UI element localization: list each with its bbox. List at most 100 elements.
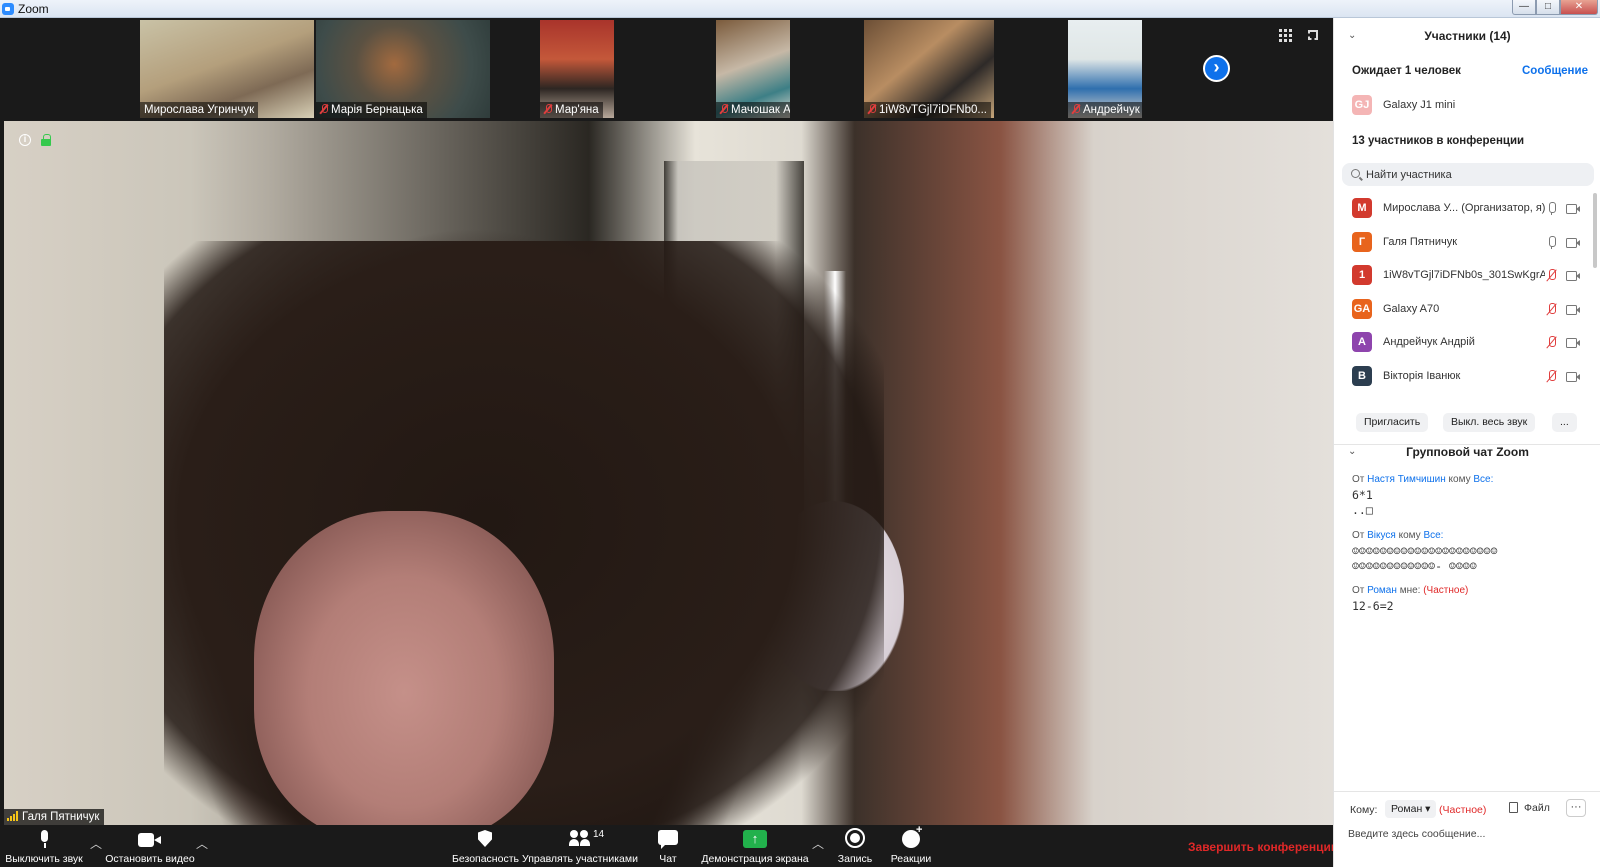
chat-divider: [1334, 791, 1600, 792]
mic-muted-icon[interactable]: [1547, 302, 1556, 317]
file-button[interactable]: Файл: [1509, 802, 1550, 814]
participant-list-scrollbar[interactable]: [1593, 193, 1597, 268]
microphone-icon[interactable]: [1547, 202, 1556, 216]
participant-row[interactable]: 1 1iW8vTGjl7iDFNb0s_301SwKgrA...: [1352, 265, 1587, 287]
chat-message-body: ☺☺☺☺☺☺☺☺☺☺☺☺☺☺☺☺☺☺☺☺☺ ☺☺☺☺☺☺☺☺☺☺☺☺- ☺☺☺☺: [1352, 544, 1498, 573]
mic-muted-icon: [320, 104, 328, 114]
speaker-name-label: Галя Пятничук: [4, 809, 105, 825]
gallery-view-icon[interactable]: [1279, 29, 1293, 43]
minimize-button[interactable]: —: [1512, 0, 1536, 15]
close-window-button[interactable]: ✕: [1560, 0, 1598, 15]
microphone-icon[interactable]: [1547, 235, 1556, 250]
meeting-toolbar: Выключить звук ︿ Остановить видео ︿ Безо…: [0, 824, 1341, 867]
participant-thumbnail[interactable]: Андрейчук Андрій: [1068, 20, 1142, 118]
search-icon: [1351, 169, 1360, 178]
message-waiting-link[interactable]: Сообщение: [1522, 65, 1588, 77]
waiting-room-label: Ожидает 1 человек: [1352, 65, 1461, 77]
search-input[interactable]: [1366, 166, 1586, 183]
participant-thumbnail[interactable]: Марія Бернацька: [316, 20, 490, 118]
video-options-chevron-icon[interactable]: ︿: [196, 835, 208, 851]
shield-icon: [478, 830, 492, 847]
private-tag: (Частное): [1423, 585, 1469, 596]
chat-message-meta: От Вікуся кому Все:: [1352, 530, 1444, 541]
participant-row[interactable]: А Андрейчук Андрій: [1352, 332, 1587, 354]
chat-message-input[interactable]: [1348, 824, 1588, 844]
video-camera-icon[interactable]: [1566, 371, 1580, 382]
thumbnail-name: Мар'яна: [540, 102, 603, 118]
thumbnail-strip: Мирослава Угринчук Марія Бернацька Мар'я…: [0, 18, 1333, 120]
share-screen-icon: ↑: [743, 830, 767, 848]
participant-name: Мирослава У... (Организатор, я): [1383, 202, 1545, 214]
avatar: GJ: [1352, 95, 1372, 115]
participant-thumbnail[interactable]: Мар'яна: [540, 20, 614, 118]
video-camera-icon[interactable]: [1566, 338, 1580, 348]
record-button[interactable]: Запись: [830, 825, 880, 867]
mic-muted-icon: [868, 104, 876, 114]
record-icon: [845, 828, 865, 848]
mute-all-button[interactable]: Выкл. весь звук: [1443, 413, 1536, 432]
participant-name: 1iW8vTGjl7iDFNb0s_301SwKgrA...: [1383, 269, 1545, 281]
participant-name: Андрейчук Андрій: [1383, 336, 1475, 348]
thumbnail-name: Андрейчук Андрій: [1068, 102, 1142, 118]
participants-header[interactable]: ⌄ Участники (14): [1334, 24, 1600, 48]
participant-row[interactable]: Г Галя Пятничук: [1352, 231, 1587, 254]
avatar: GA: [1352, 298, 1372, 319]
reactions-button[interactable]: Реакции: [884, 824, 938, 867]
chat-message: От Роман мне: (Частное) 12-6=2: [1352, 585, 1597, 614]
manage-participants-button[interactable]: 14 Управлять участниками: [520, 825, 640, 867]
collapse-chevron-icon[interactable]: ⌄: [1348, 24, 1356, 48]
info-icon[interactable]: i: [19, 134, 31, 146]
avatar: В: [1352, 365, 1372, 386]
maximize-button[interactable]: □: [1536, 0, 1560, 15]
video-camera-icon[interactable]: [1566, 237, 1580, 248]
fullscreen-icon[interactable]: [1306, 28, 1320, 42]
share-screen-button[interactable]: ↑ Демонстрация экрана: [700, 825, 810, 867]
collapse-chevron-icon[interactable]: ⌄: [1348, 440, 1356, 464]
participant-thumbnail[interactable]: Мирослава Угринчук: [140, 20, 314, 118]
participant-name: Galaxy J1 mini: [1383, 99, 1456, 111]
chat-more-button[interactable]: ···: [1566, 799, 1586, 817]
participant-name: Galaxy A70: [1383, 302, 1440, 315]
recipient-dropdown[interactable]: Роман ▾: [1385, 800, 1437, 818]
participant-thumbnail[interactable]: 1iW8vTGjl7iDFNb0...: [864, 20, 994, 118]
participant-search[interactable]: [1342, 163, 1594, 186]
chat-header[interactable]: ⌄ Групповой чат Zoom: [1334, 440, 1600, 464]
sender-name[interactable]: Настя Тимчишин: [1367, 474, 1446, 485]
video-camera-icon[interactable]: [1566, 204, 1580, 214]
participant-thumbnail[interactable]: Мачошак Артем: [716, 20, 790, 118]
recipient-label: Кому:: [1350, 804, 1378, 816]
mic-muted-icon[interactable]: [1547, 336, 1556, 350]
audio-options-chevron-icon[interactable]: ︿: [90, 835, 102, 851]
participant-row[interactable]: М Мирослава У... (Организатор, я): [1352, 198, 1587, 220]
video-camera-icon[interactable]: [1566, 304, 1580, 315]
private-tag: (Частное): [1439, 804, 1487, 816]
more-options-button[interactable]: ...: [1552, 413, 1577, 432]
encryption-lock-icon[interactable]: [41, 134, 51, 146]
video-stage: Мирослава Угринчук Марія Бернацька Мар'я…: [0, 18, 1341, 867]
mic-muted-icon: [1072, 104, 1080, 114]
end-meeting-button[interactable]: Завершить конференцию: [1188, 840, 1341, 854]
participant-row[interactable]: В Вікторія Іванюк: [1352, 365, 1587, 388]
participants-icon: [569, 830, 591, 846]
mute-button[interactable]: Выключить звук: [0, 825, 88, 867]
mic-muted-icon[interactable]: [1547, 269, 1556, 283]
sender-name[interactable]: Вікуся: [1367, 530, 1396, 541]
participant-row[interactable]: GA Galaxy A70: [1352, 298, 1587, 321]
stop-video-button[interactable]: Остановить видео: [104, 825, 196, 867]
chat-button[interactable]: Чат: [648, 825, 688, 867]
security-button[interactable]: Безопасность: [452, 825, 519, 867]
side-panel: ⌄ Участники (14) Ожидает 1 человек Сообщ…: [1333, 18, 1600, 867]
waiting-participant-row[interactable]: GJ Galaxy J1 mini: [1352, 95, 1592, 117]
thumbnail-name: Марія Бернацька: [316, 102, 427, 118]
participant-name: Вікторія Іванюк: [1383, 369, 1461, 382]
invite-button[interactable]: Пригласить: [1356, 413, 1429, 432]
share-options-chevron-icon[interactable]: ︿: [812, 835, 824, 851]
video-camera-icon[interactable]: [1566, 271, 1580, 281]
video-camera-icon: [138, 833, 162, 847]
window-title: Zoom: [18, 2, 49, 16]
mic-muted-icon: [544, 104, 552, 114]
sender-name[interactable]: Роман: [1367, 585, 1397, 596]
active-speaker-video: i: [4, 121, 1333, 825]
mic-muted-icon[interactable]: [1547, 369, 1556, 384]
next-page-arrow-icon[interactable]: ›: [1203, 55, 1230, 82]
